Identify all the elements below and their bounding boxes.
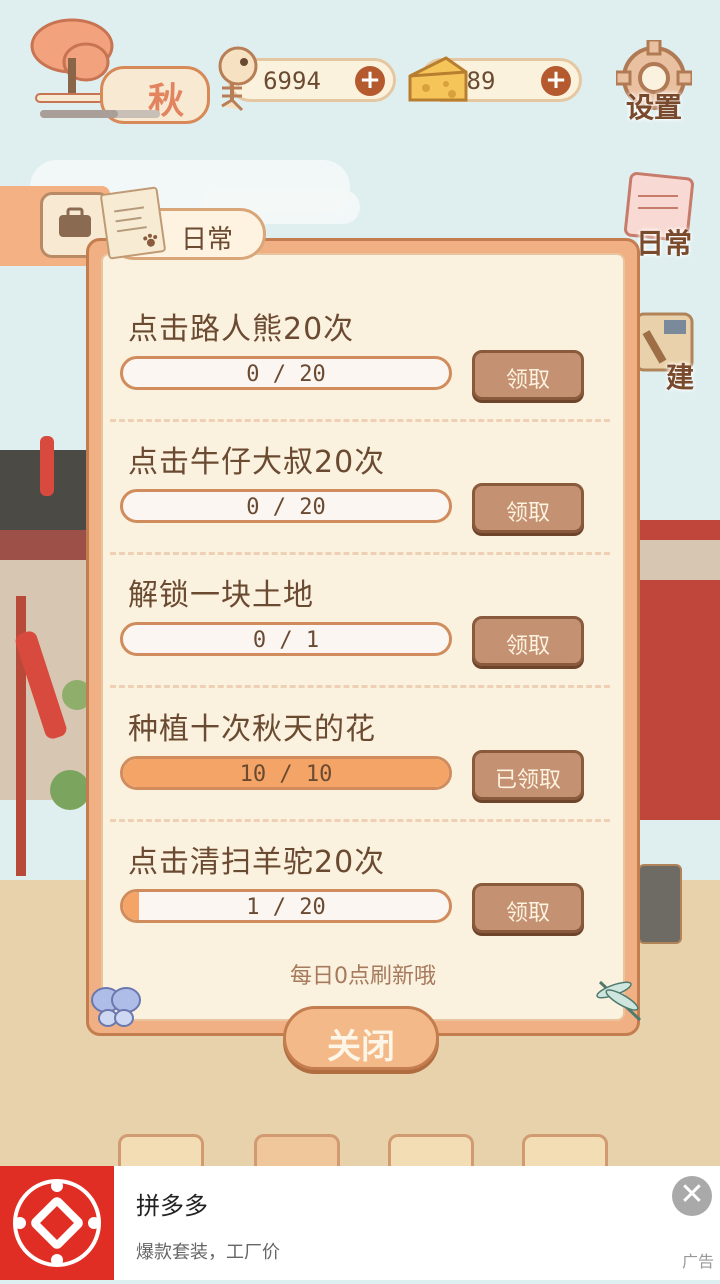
pinduoduo-logo	[0, 1166, 114, 1280]
add-fish-button[interactable]: +	[355, 66, 385, 96]
task-progress-bar: 0 / 20	[120, 489, 452, 523]
tree	[50, 770, 90, 810]
task-divider	[110, 819, 610, 822]
fish-bone-icon	[218, 46, 258, 112]
task-progress-bar: 10 / 10	[120, 756, 452, 790]
task-progress-text: 0 / 20	[246, 495, 326, 520]
task-progress-bar: 1 / 20	[120, 889, 452, 923]
task-item: 点击路人熊20次 0 / 20 领取	[110, 304, 610, 438]
shop-roof-right	[640, 540, 720, 580]
claim-button-label: 领取	[505, 901, 550, 926]
pinduoduo-logo-icon	[13, 1179, 101, 1267]
refresh-note: 每日0点刷新哦	[290, 964, 436, 989]
task-progress-text: 10 / 10	[239, 762, 333, 787]
butterfly-icon	[91, 987, 141, 1027]
ad-title: 拼多多	[136, 1192, 208, 1220]
task-divider	[110, 552, 610, 555]
claim-button-label: 领取	[505, 501, 550, 526]
claim-button-label: 领取	[505, 634, 550, 659]
task-progress-bar: 0 / 1	[120, 622, 452, 656]
dragonfly-icon	[596, 980, 642, 1022]
paw-icon	[143, 233, 158, 247]
tab-daily-label: 日常	[181, 225, 234, 255]
ad-tag: 广告	[681, 1252, 714, 1271]
claimed-button[interactable]: 已领取	[472, 750, 584, 800]
task-title: 种植十次秋天的花	[128, 712, 376, 747]
add-cheese-button[interactable]: +	[541, 66, 571, 96]
task-item: 点击牛仔大叔20次 0 / 20 领取	[110, 437, 610, 571]
task-item: 种植十次秋天的花 10 / 10 已领取	[110, 704, 610, 838]
task-progress-text: 0 / 20	[246, 362, 326, 387]
close-dialog-button[interactable]: 关闭	[283, 1006, 439, 1070]
map-side-button[interactable]	[638, 864, 682, 944]
close-dialog-label: 关闭	[327, 1027, 395, 1067]
task-title: 点击牛仔大叔20次	[128, 445, 386, 480]
cheese-icon	[408, 56, 468, 102]
task-title: 点击清扫羊驼20次	[128, 845, 386, 880]
settings-button[interactable]: 设置	[614, 40, 694, 126]
task-item: 点击清扫羊驼20次 1 / 20 领取	[110, 837, 610, 971]
claim-button[interactable]: 领取	[472, 483, 584, 533]
task-divider	[110, 419, 610, 422]
claim-button-label: 领取	[505, 368, 550, 393]
season-progress	[40, 110, 160, 118]
ad-close-button[interactable]: ✕	[672, 1176, 712, 1216]
task-title: 解锁一块土地	[128, 578, 314, 613]
season-badge[interactable]: 秋	[28, 18, 210, 124]
settings-label: 设置	[625, 91, 682, 124]
task-title: 点击路人熊20次	[128, 312, 355, 347]
ad-banner[interactable]: 拼多多 爆款套装，工厂价 ✕ 广告	[0, 1166, 720, 1280]
task-item: 解锁一块土地 0 / 1 领取	[110, 570, 610, 704]
task-progress-bar: 0 / 20	[120, 356, 452, 390]
task-divider	[110, 685, 610, 688]
suitcase-icon	[59, 207, 91, 237]
claim-button[interactable]: 领取	[472, 616, 584, 666]
claim-button[interactable]: 领取	[472, 883, 584, 933]
task-progress-text: 1 / 20	[246, 895, 326, 920]
ad-description: 爆款套装，工厂价	[136, 1242, 280, 1263]
claim-button[interactable]: 领取	[472, 350, 584, 400]
note-paper-icon	[99, 186, 167, 260]
task-progress-text: 0 / 1	[252, 628, 320, 653]
lantern	[40, 436, 54, 496]
claim-button-label: 已领取	[494, 768, 561, 793]
